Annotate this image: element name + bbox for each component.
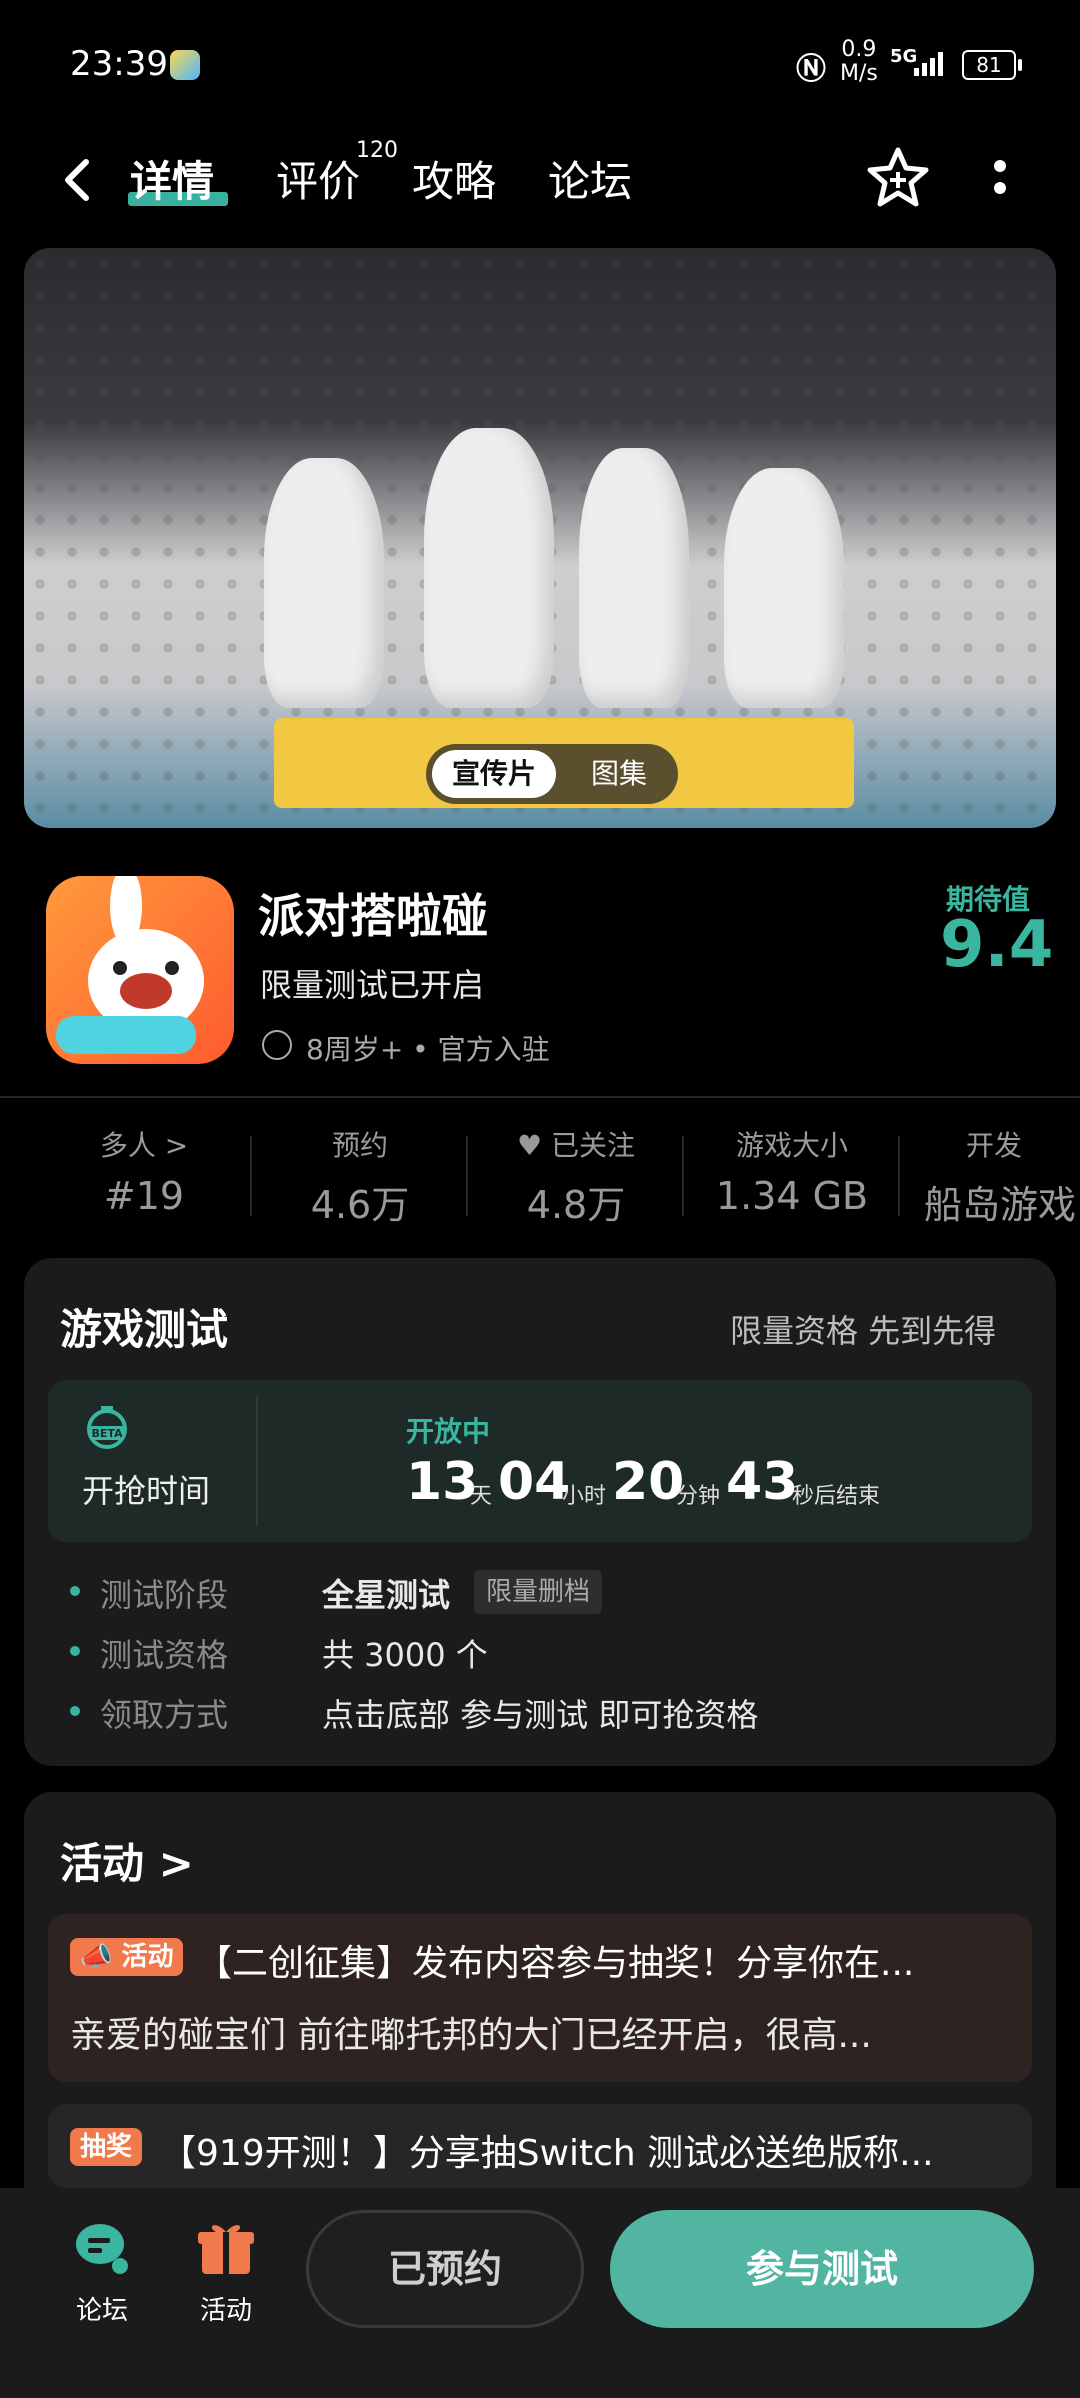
segment-video[interactable]: 宣传片 (432, 750, 556, 798)
notification-app-icon (170, 50, 200, 80)
stat-developer[interactable]: 开发 船岛游戏 (908, 1124, 1080, 1229)
stat-label: 多人 > (99, 1129, 189, 1162)
activity-item-desc: 亲爱的碰宝们 前往嘟托邦的大门已经开启，很高... (70, 2015, 872, 2056)
megaphone-icon: 📣 (80, 1942, 113, 1972)
countdown-days-unit: 天 (470, 1484, 493, 1509)
more-vertical-icon (994, 160, 1006, 194)
test-stage-label: 测试阶段 (100, 1576, 229, 1614)
tab-reviews[interactable]: 评价 (276, 148, 360, 209)
back-button[interactable] (56, 150, 96, 210)
test-stage-value: 全星测试 (322, 1576, 451, 1614)
net-speed: 0.9 M/s (840, 38, 878, 86)
lottery-tag: 抽奖 (70, 2128, 143, 2166)
bullet-icon (70, 1646, 80, 1656)
net-speed-unit: M/s (840, 61, 878, 86)
game-mascot-icon (56, 876, 204, 1054)
activity-tag-label: 活动 (121, 1942, 174, 1972)
stat-value: 4.8万 (526, 1183, 626, 1227)
beta-alarm-icon: BETA (84, 1404, 130, 1450)
countdown-days: 13 (406, 1452, 479, 1512)
stat-separator (466, 1136, 468, 1216)
star-add-icon (867, 147, 929, 207)
forum-label[interactable]: 论坛 (52, 2290, 152, 2327)
test-quota-label: 测试资格 (100, 1636, 229, 1674)
followed-label: 已关注 (551, 1129, 636, 1162)
chat-bubble-icon (76, 2224, 128, 2274)
tab-guides[interactable]: 攻略 (412, 148, 496, 209)
section-divider (0, 1096, 1080, 1098)
stat-value: 船岛游戏 (924, 1183, 1077, 1227)
test-card-note: 限量资格 先到先得 (730, 1312, 997, 1350)
signal-icon (912, 50, 948, 78)
game-subtitle: 限量测试已开启 (260, 966, 485, 1004)
bullet-icon (70, 1706, 80, 1716)
test-status: 开放中 (406, 1415, 491, 1448)
activity-button[interactable] (196, 2218, 256, 2278)
activity-tag: 📣 活动 (70, 1938, 184, 1976)
forum-button[interactable] (72, 2218, 132, 2278)
verified-check-icon (262, 1030, 292, 1060)
countdown-minutes-unit: 分钟 (676, 1484, 721, 1509)
countdown-seconds: 43 (726, 1452, 799, 1512)
figure-2 (424, 428, 554, 708)
countdown-minutes: 20 (612, 1452, 685, 1512)
figure-3 (579, 448, 689, 708)
stat-label: 预约 (331, 1129, 388, 1162)
stat-value: 4.6万 (310, 1183, 410, 1227)
segment-gallery[interactable]: 图集 (566, 750, 672, 798)
gift-icon (198, 2225, 254, 2274)
stat-size: 游戏大小 1.34 GB (692, 1124, 892, 1218)
activity-item-title: 【919开测！】分享抽Switch 测试必送绝版称... (160, 2133, 934, 2174)
stat-label: 开发 (965, 1129, 1022, 1162)
favorite-button[interactable] (866, 146, 930, 210)
test-card-title: 游戏测试 (60, 1305, 229, 1354)
game-meta: 8周岁+ • 官方入驻 (306, 1033, 550, 1066)
media-banner[interactable]: 宣传片 图集 (24, 248, 1056, 828)
stat-separator (898, 1136, 900, 1216)
countdown-label: 开抢时间 (82, 1472, 211, 1510)
stat-label: ♥ 已关注 (476, 1124, 676, 1164)
bullet-icon (70, 1586, 80, 1596)
stat-separator (682, 1136, 684, 1216)
join-test-button[interactable]: 参与测试 (610, 2210, 1034, 2328)
stat-followed[interactable]: ♥ 已关注 4.8万 (476, 1124, 676, 1229)
activity-title-link[interactable]: 活动 > (60, 1830, 194, 1891)
reviews-count-badge: 120 (356, 138, 398, 163)
tab-forum[interactable]: 论坛 (548, 148, 632, 209)
stat-separator (250, 1136, 252, 1216)
game-app-icon (46, 876, 234, 1064)
countdown-hours: 04 (498, 1452, 571, 1512)
activity-label[interactable]: 活动 (176, 2290, 276, 2327)
countdown-separator (256, 1396, 258, 1526)
activity-item-title: 【二创征集】发布内容参与抽奖！分享你在... (196, 1943, 915, 1984)
stat-value: 1.34 GB (715, 1174, 869, 1218)
battery-icon: 81 (962, 50, 1022, 80)
test-claim-value: 点击底部 参与测试 即可抢资格 (322, 1696, 759, 1734)
figure-4 (724, 468, 844, 708)
expect-value: 9.4 (940, 908, 1054, 982)
stat-label: 游戏大小 (735, 1129, 848, 1162)
countdown-seconds-unit: 秒后结束 (792, 1484, 881, 1509)
tab-details[interactable]: 详情 (130, 148, 214, 209)
test-stage-tag: 限量删档 (474, 1570, 603, 1614)
heart-check-icon: ♥ (516, 1129, 543, 1162)
media-toggle[interactable]: 宣传片 图集 (426, 744, 678, 804)
stat-value: #19 (103, 1174, 185, 1218)
svg-text:BETA: BETA (91, 1427, 123, 1440)
stat-reservations: 预约 4.6万 (260, 1124, 460, 1229)
net-speed-value: 0.9 (841, 37, 877, 62)
game-title: 派对搭啦碰 (258, 889, 488, 943)
status-bar: 23:39 Ⓝ 0.9 M/s 5G 81 (0, 0, 1080, 120)
test-quota-value: 共 3000 个 (322, 1636, 488, 1674)
more-button[interactable] (968, 146, 1032, 210)
stat-multiplayer[interactable]: 多人 > #19 (44, 1124, 244, 1218)
countdown-hours-unit: 小时 (562, 1484, 607, 1509)
figure-1 (264, 458, 384, 708)
nfc-icon: Ⓝ (796, 52, 826, 87)
chevron-left-icon (65, 159, 89, 201)
reserved-button[interactable]: 已预约 (306, 2210, 584, 2328)
test-claim-label: 领取方式 (100, 1696, 229, 1734)
status-time: 23:39 (70, 44, 168, 84)
